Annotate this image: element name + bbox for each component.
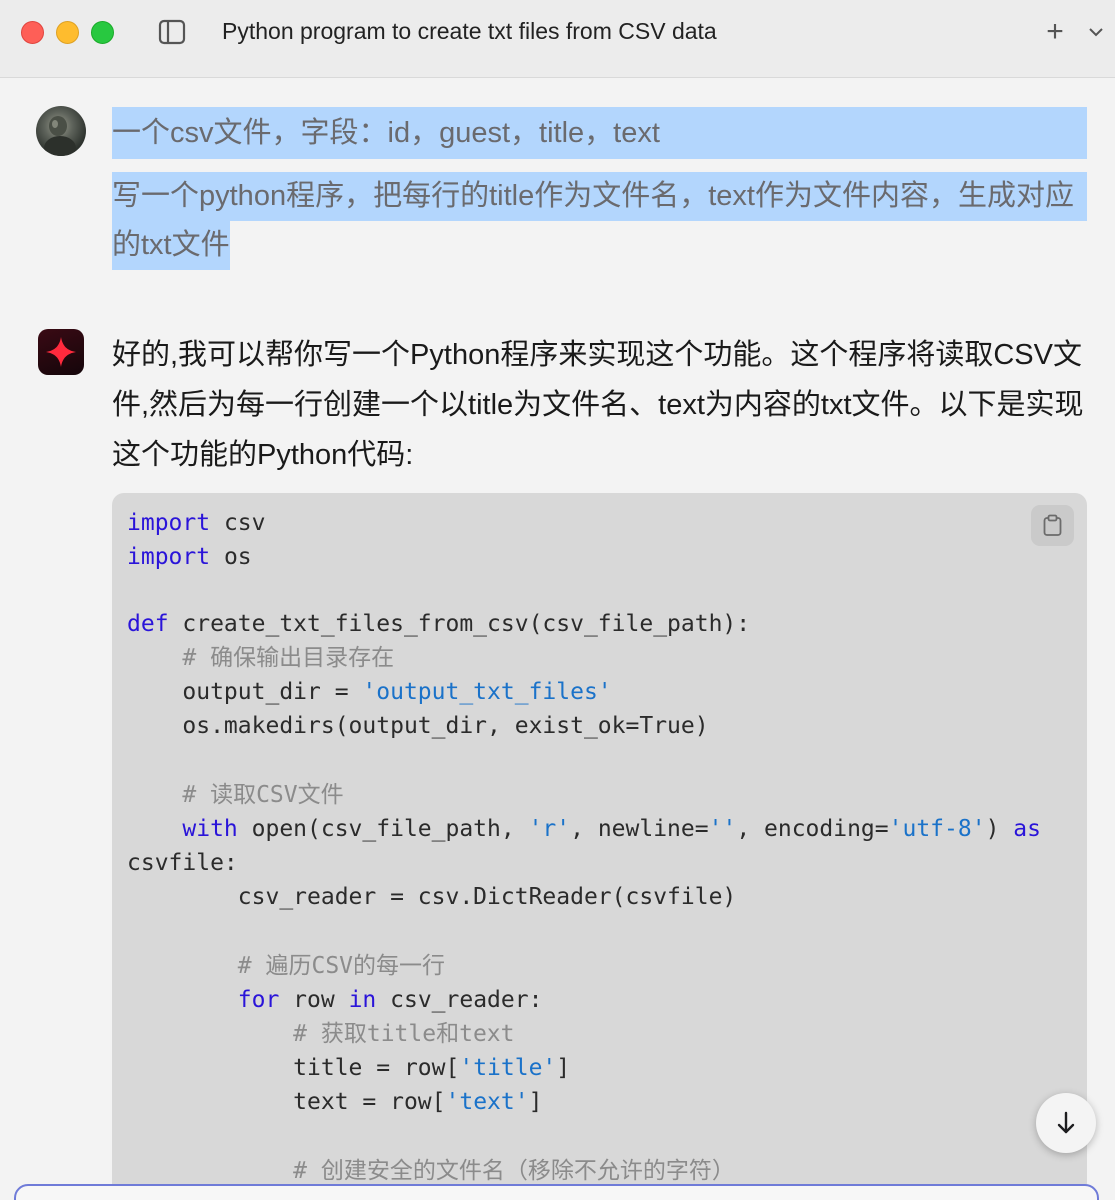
code-line: # 确保输出目录存在 xyxy=(127,641,394,675)
arrow-down-icon xyxy=(1057,1111,1075,1134)
scroll-to-bottom-button[interactable] xyxy=(1036,1093,1096,1153)
code-string: 'text' xyxy=(445,1089,529,1115)
code-keyword: import xyxy=(127,544,211,570)
minimize-window-button[interactable] xyxy=(56,21,79,44)
code-text: text = row[ xyxy=(127,1089,446,1115)
assistant-message-line: 这个功能的Python代码: xyxy=(112,439,414,471)
code-keyword: as xyxy=(1013,816,1041,842)
code-keyword: with xyxy=(182,816,238,842)
code-line: # 遍历CSV的每一行 xyxy=(127,949,445,983)
code-text: open(csv_file_path, xyxy=(237,816,529,842)
sparkle-icon xyxy=(38,329,84,375)
code-line: # 读取CSV文件 xyxy=(127,778,344,812)
code-text: ] xyxy=(528,1089,543,1115)
code-block: import csv import os def create_txt_files_… xyxy=(112,493,1087,1200)
user-message-line: 一个csv文件，字段：id，guest，title，text xyxy=(112,107,1087,159)
code-text: create_txt_files_from_csv(csv_file_path)… xyxy=(168,611,751,637)
code-keyword: in xyxy=(348,987,377,1013)
title-bar: Python program to create txt files from … xyxy=(0,0,1115,78)
code-line: import os xyxy=(127,540,252,574)
user-message-line: 写一个python程序，把每行的title作为文件名，text作为文件内容，生成… xyxy=(112,172,1087,221)
code-text: csvfile: xyxy=(127,850,238,876)
message-input[interactable] xyxy=(14,1184,1099,1200)
code-text: ) xyxy=(985,816,1014,842)
code-text: output_dir = xyxy=(127,679,363,705)
code-line: os.makedirs(output_dir, exist_ok=True) xyxy=(127,709,709,743)
close-window-button[interactable] xyxy=(21,21,44,44)
code-string: 'utf-8' xyxy=(888,816,986,842)
code-text: csv_reader: xyxy=(376,987,543,1013)
code-text: csv xyxy=(210,510,266,536)
clipboard-icon xyxy=(1043,514,1062,536)
assistant-message-line: 好的,我可以帮你写一个Python程序来实现这个功能。这个程序将读取CSV文 xyxy=(112,339,1082,371)
code-keyword: import xyxy=(127,510,211,536)
zoom-window-button[interactable] xyxy=(91,21,114,44)
code-text: row xyxy=(279,987,349,1013)
assistant-message-line: 件,然后为每一行创建一个以title为文件名、text为内容的txt文件。以下是… xyxy=(112,389,1084,421)
code-string: 'r' xyxy=(528,816,571,842)
code-text: csv_reader = csv.DictReader(csvfile) xyxy=(127,884,737,910)
plus-icon[interactable]: + xyxy=(1040,17,1070,47)
code-text: os xyxy=(210,544,252,570)
code-comment: # 创建安全的文件名（移除不允许的字符） xyxy=(127,1158,735,1184)
code-line: for row in csv_reader: xyxy=(127,983,543,1017)
code-comment: # 确保输出目录存在 xyxy=(127,645,395,671)
user-message: 一个csv文件，字段：id，guest，title，text 写一个python… xyxy=(112,107,1087,270)
code-line: output_dir = 'output_txt_files' xyxy=(127,675,612,709)
code-keyword: for xyxy=(237,987,280,1013)
code-line: def create_txt_files_from_csv(csv_file_p… xyxy=(127,607,750,641)
chevron-down-icon[interactable] xyxy=(1086,22,1106,42)
code-comment: # 读取CSV文件 xyxy=(127,782,344,808)
user-message-line: 的txt文件 xyxy=(112,221,230,270)
code-line: # 获取title和text xyxy=(127,1017,515,1051)
assistant-message: 好的,我可以帮你写一个Python程序来实现这个功能。这个程序将读取CSV文 件… xyxy=(112,330,1092,480)
code-line: import csv xyxy=(127,506,265,540)
code-line: # 创建安全的文件名（移除不允许的字符） xyxy=(127,1154,735,1188)
window-title: Python program to create txt files from … xyxy=(222,18,717,44)
code-line: csv_reader = csv.DictReader(csvfile) xyxy=(127,880,737,914)
code-text: ] xyxy=(556,1055,571,1081)
code-text: , newline= xyxy=(570,816,709,842)
chat-window: Python program to create txt files from … xyxy=(0,0,1115,1200)
code-line: csvfile: xyxy=(127,846,238,880)
code-text: title = row[ xyxy=(127,1055,460,1081)
code-text: os.makedirs(output_dir, exist_ok=True) xyxy=(127,713,709,739)
code-line: title = row['title'] xyxy=(127,1051,570,1085)
code-line: text = row['text'] xyxy=(127,1085,542,1119)
code-keyword: def xyxy=(127,611,169,637)
code-string: '' xyxy=(708,816,737,842)
copy-code-button[interactable] xyxy=(1031,505,1074,546)
code-line: with open(csv_file_path, 'r', newline=''… xyxy=(127,812,1041,846)
code-comment: # 遍历CSV的每一行 xyxy=(127,953,446,979)
user-avatar xyxy=(36,106,86,156)
code-text: , encoding= xyxy=(736,816,889,842)
sidebar-toggle-icon[interactable] xyxy=(158,19,186,45)
code-string: 'title' xyxy=(459,1055,557,1081)
code-string: 'output_txt_files' xyxy=(362,679,612,705)
code-comment: # 获取title和text xyxy=(127,1021,515,1047)
